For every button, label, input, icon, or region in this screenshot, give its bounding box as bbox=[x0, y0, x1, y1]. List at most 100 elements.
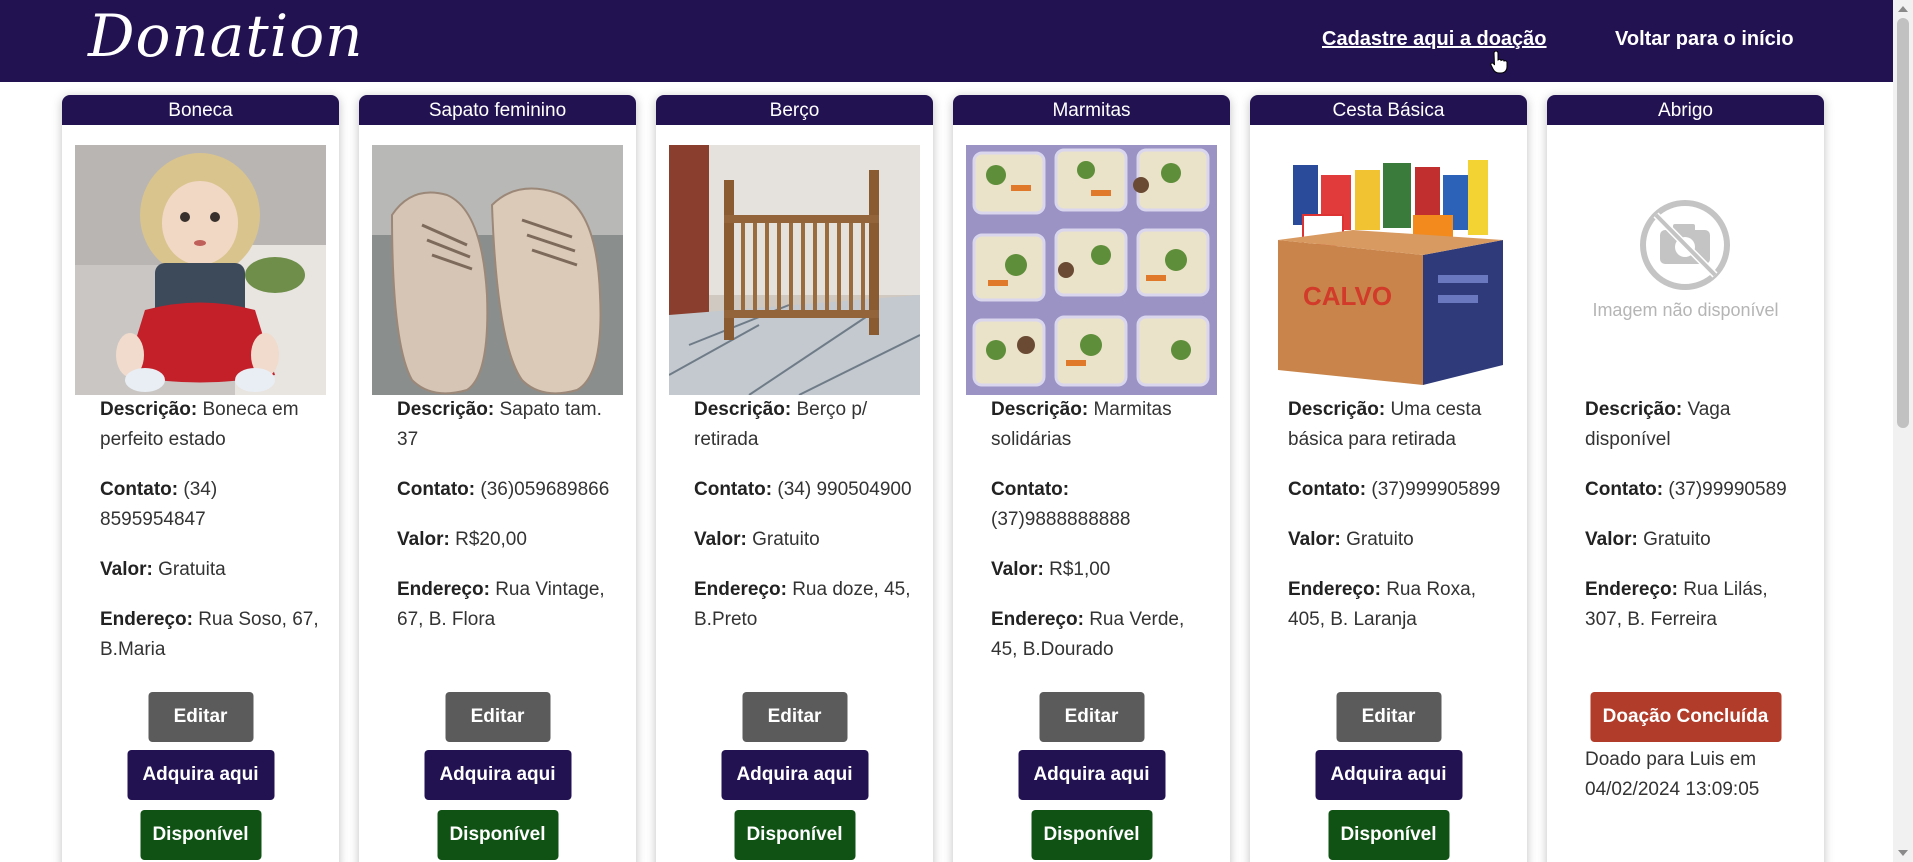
value-field: Valor: R$1,00 bbox=[991, 555, 1211, 585]
vertical-scrollbar[interactable] bbox=[1893, 0, 1913, 862]
address-field: Endereço: Rua Lilás, 307, B. Ferreira bbox=[1585, 575, 1805, 635]
available-button[interactable]: Disponível bbox=[140, 810, 261, 860]
image-unavailable-placeholder: Imagem não disponível bbox=[1560, 145, 1811, 395]
donation-completed-button[interactable]: Doação Concluída bbox=[1590, 692, 1781, 742]
value-label: Valor: bbox=[397, 529, 450, 550]
value-field: Valor: Gratuito bbox=[1288, 525, 1508, 555]
available-button[interactable]: Disponível bbox=[1328, 810, 1449, 860]
acquire-button[interactable]: Adquira aqui bbox=[1315, 750, 1462, 800]
address-field: Endereço: Rua Soso, 67, B.Maria bbox=[100, 605, 320, 665]
description-label: Descrição: bbox=[1585, 399, 1683, 420]
acquire-button[interactable]: Adquira aqui bbox=[424, 750, 571, 800]
card-body: Descrição: Sapato tam. 37 Contato: (36)0… bbox=[397, 395, 617, 655]
nav-link-cadastre-doacao[interactable]: Cadastre aqui a doação bbox=[1322, 28, 1547, 51]
edit-button[interactable]: Editar bbox=[1039, 692, 1144, 742]
acquire-button[interactable]: Adquira aqui bbox=[721, 750, 868, 800]
contact-value: (37)9888888888 bbox=[991, 509, 1131, 530]
address-label: Endereço: bbox=[991, 609, 1084, 630]
address-label: Endereço: bbox=[100, 609, 193, 630]
scrollbar-thumb[interactable] bbox=[1897, 18, 1909, 428]
nav-link-voltar-inicio[interactable]: Voltar para o início bbox=[1615, 28, 1794, 51]
shoes-image bbox=[372, 145, 623, 395]
meal-boxes-image bbox=[966, 145, 1217, 395]
card-title: Cesta Básica bbox=[1250, 95, 1527, 125]
contact-field: Contato: (34) 8595954847 bbox=[100, 475, 320, 535]
description-field: Descrição: Berço p/ retirada bbox=[694, 395, 914, 455]
donation-card: Cesta Básica CALVO Descrição: Uma cesta … bbox=[1250, 95, 1527, 862]
description-label: Descrição: bbox=[694, 399, 792, 420]
description-label: Descrição: bbox=[1288, 399, 1386, 420]
edit-button[interactable]: Editar bbox=[445, 692, 550, 742]
donation-card: Abrigo Imagem não disponível Descrição: … bbox=[1547, 95, 1824, 862]
contact-field: Contato: (37)999905899 bbox=[1288, 475, 1508, 505]
crib-image bbox=[669, 145, 920, 395]
description-field: Descrição: Uma cesta básica para retirad… bbox=[1288, 395, 1508, 455]
contact-label: Contato: bbox=[694, 479, 773, 500]
address-field: Endereço: Rua Verde, 45, B.Dourado bbox=[991, 605, 1211, 665]
edit-button[interactable]: Editar bbox=[742, 692, 847, 742]
value-value: R$20,00 bbox=[455, 529, 527, 550]
available-button[interactable]: Disponível bbox=[1031, 810, 1152, 860]
scroll-up-arrow-icon[interactable] bbox=[1898, 6, 1908, 12]
donation-card: Sapato feminino Descrição: Sapato tam. 3… bbox=[359, 95, 636, 862]
contact-label: Contato: bbox=[1585, 479, 1664, 500]
card-title: Abrigo bbox=[1547, 95, 1824, 125]
value-label: Valor: bbox=[100, 559, 153, 580]
acquire-button[interactable]: Adquira aqui bbox=[127, 750, 274, 800]
card-title: Marmitas bbox=[953, 95, 1230, 125]
value-label: Valor: bbox=[694, 529, 747, 550]
contact-value: (37)99990589 bbox=[1668, 479, 1787, 500]
edit-button[interactable]: Editar bbox=[148, 692, 253, 742]
edit-button[interactable]: Editar bbox=[1336, 692, 1441, 742]
scroll-down-arrow-icon[interactable] bbox=[1898, 850, 1908, 856]
description-field: Descrição: Marmitas solidárias bbox=[991, 395, 1211, 455]
donation-card: Boneca Descrição: Boneca em perfeito est… bbox=[62, 95, 339, 862]
value-label: Valor: bbox=[991, 559, 1044, 580]
card-title: Boneca bbox=[62, 95, 339, 125]
address-label: Endereço: bbox=[397, 579, 490, 600]
address-field: Endereço: Rua doze, 45, B.Preto bbox=[694, 575, 914, 635]
doll-image bbox=[75, 145, 326, 395]
contact-label: Contato: bbox=[100, 479, 179, 500]
value-field: Valor: Gratuito bbox=[694, 525, 914, 555]
contact-value: (36)059689866 bbox=[480, 479, 610, 500]
donation-card: Marmitas Descrição: Marmitas solidárias … bbox=[953, 95, 1230, 862]
value-label: Valor: bbox=[1288, 529, 1341, 550]
available-button[interactable]: Disponível bbox=[437, 810, 558, 860]
card-body: Descrição: Boneca em perfeito estado Con… bbox=[100, 395, 320, 685]
value-value: Gratuito bbox=[752, 529, 820, 550]
card-body: Descrição: Vaga disponível Contato: (37)… bbox=[1585, 395, 1805, 655]
contact-field: Contato: (34) 990504900 bbox=[694, 475, 914, 505]
food-basket-image: CALVO bbox=[1263, 145, 1514, 395]
description-field: Descrição: Vaga disponível bbox=[1585, 395, 1805, 455]
donated-to-text: Doado para Luis em 04/02/2024 13:09:05 bbox=[1585, 749, 1760, 800]
available-button[interactable]: Disponível bbox=[734, 810, 855, 860]
contact-label: Contato: bbox=[991, 479, 1070, 500]
address-label: Endereço: bbox=[1288, 579, 1381, 600]
contact-field: Contato: (36)059689866 bbox=[397, 475, 617, 505]
card-body: Descrição: Uma cesta básica para retirad… bbox=[1288, 395, 1508, 655]
acquire-button[interactable]: Adquira aqui bbox=[1018, 750, 1165, 800]
value-field: Valor: Gratuito bbox=[1585, 525, 1805, 555]
value-value: Gratuito bbox=[1643, 529, 1711, 550]
description-field: Descrição: Sapato tam. 37 bbox=[397, 395, 617, 455]
contact-field: Contato: (37)9888888888 bbox=[991, 475, 1211, 535]
contact-label: Contato: bbox=[1288, 479, 1367, 500]
value-value: Gratuito bbox=[1346, 529, 1414, 550]
brand-logo[interactable]: Donation bbox=[88, 2, 364, 70]
value-value: Gratuita bbox=[158, 559, 226, 580]
donation-card: Berço Descrição: Berço p/ retirada Conta… bbox=[656, 95, 933, 862]
contact-value: (37)999905899 bbox=[1371, 479, 1501, 500]
navbar: Donation Cadastre aqui a doação Voltar p… bbox=[0, 0, 1893, 82]
value-value: R$1,00 bbox=[1049, 559, 1111, 580]
address-field: Endereço: Rua Vintage, 67, B. Flora bbox=[397, 575, 617, 635]
card-body: Descrição: Berço p/ retirada Contato: (3… bbox=[694, 395, 914, 655]
card-title: Sapato feminino bbox=[359, 95, 636, 125]
contact-label: Contato: bbox=[397, 479, 476, 500]
description-label: Descrição: bbox=[100, 399, 198, 420]
description-field: Descrição: Boneca em perfeito estado bbox=[100, 395, 320, 455]
value-label: Valor: bbox=[1585, 529, 1638, 550]
description-label: Descrição: bbox=[397, 399, 495, 420]
address-label: Endereço: bbox=[694, 579, 787, 600]
box-brand-text: CALVO bbox=[1303, 281, 1392, 311]
